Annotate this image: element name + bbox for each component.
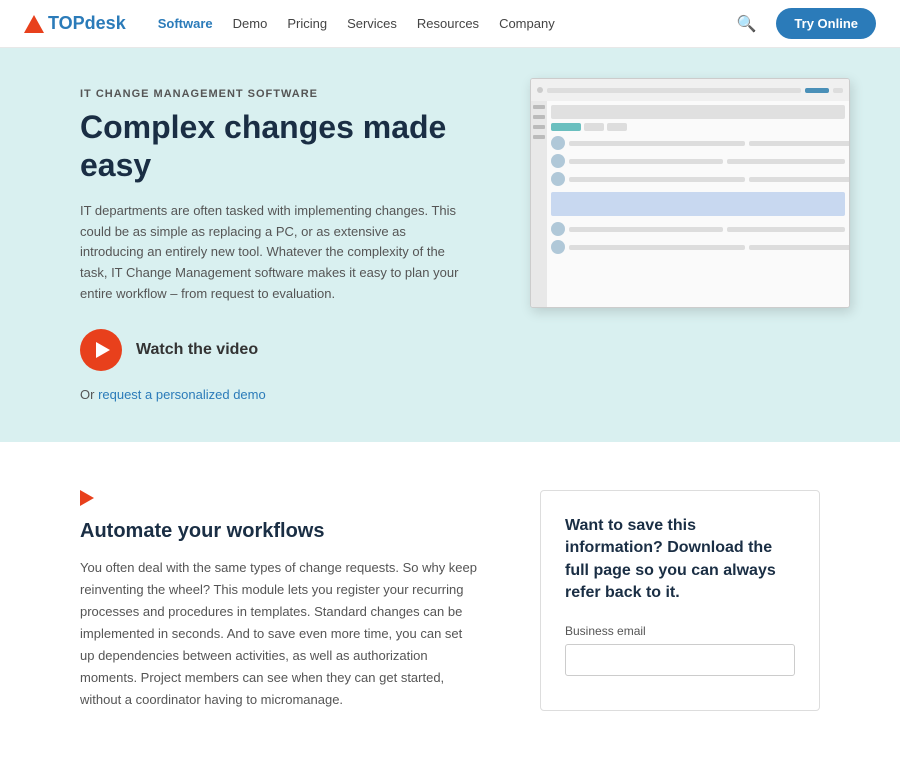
row-line (727, 227, 845, 232)
nav-link-services[interactable]: Services (347, 16, 397, 31)
email-label: Business email (565, 624, 795, 638)
row-line (749, 141, 850, 146)
nav-link-company[interactable]: Company (499, 16, 555, 31)
row-line (727, 159, 845, 164)
logo-text: TOPdesk (48, 13, 126, 34)
section-description: You often deal with the same types of ch… (80, 557, 480, 712)
table-row (551, 172, 845, 186)
row-line (749, 245, 850, 250)
try-online-button[interactable]: Try Online (776, 8, 876, 39)
avatar-icon (551, 222, 565, 236)
sidebar-icon (533, 115, 545, 119)
screen-header-bar (551, 105, 845, 119)
hero-section: IT CHANGE MANAGEMENT SOFTWARE Complex ch… (0, 48, 900, 442)
table-row (551, 136, 845, 150)
avatar-icon (551, 136, 565, 150)
nav-link-resources[interactable]: Resources (417, 16, 479, 31)
navigation: TOPdesk Software Demo Pricing Services R… (0, 0, 900, 48)
nav-link-demo[interactable]: Demo (233, 16, 268, 31)
row-line (749, 177, 850, 182)
logo[interactable]: TOPdesk (24, 13, 126, 34)
nav-link-pricing[interactable]: Pricing (287, 16, 327, 31)
filter-chip-active (551, 123, 581, 131)
row-line (569, 227, 723, 232)
download-card: Want to save this information? Download … (540, 490, 820, 712)
topbar-button (805, 88, 829, 93)
content-left: Automate your workflows You often deal w… (80, 490, 480, 712)
personalized-demo-link[interactable]: request a personalized demo (98, 387, 266, 402)
sidebar-icon (533, 135, 545, 139)
filter-chip (584, 123, 604, 131)
screen-body (531, 101, 849, 307)
table-row (551, 222, 845, 236)
hero-label: IT CHANGE MANAGEMENT SOFTWARE (80, 88, 500, 100)
hero-image (530, 78, 900, 338)
row-line (569, 159, 723, 164)
hero-description: IT departments are often tasked with imp… (80, 201, 460, 305)
avatar-icon (551, 240, 565, 254)
screen-mockup (530, 78, 850, 308)
search-icon[interactable]: 🔍 (737, 14, 757, 34)
topbar-icon (833, 88, 843, 93)
demo-link-container: Or request a personalized demo (80, 387, 500, 402)
table-row (551, 154, 845, 168)
logo-triangle-icon (24, 15, 44, 33)
watch-video-button[interactable]: Watch the video (80, 329, 500, 371)
watch-video-label: Watch the video (136, 341, 258, 359)
avatar-icon (551, 154, 565, 168)
section-title: Automate your workflows (80, 520, 480, 543)
sidebar-icons (531, 101, 547, 143)
avatar-icon (551, 172, 565, 186)
play-button-icon[interactable] (80, 329, 122, 371)
filter-chip (607, 123, 627, 131)
topbar-bar (547, 88, 801, 93)
hero-title: Complex changes made easy (80, 108, 500, 185)
content-section: Automate your workflows You often deal w… (0, 442, 900, 759)
topbar-dot (537, 87, 543, 93)
row-line (569, 245, 745, 250)
screen-main-content (547, 101, 849, 307)
highlighted-row (551, 192, 845, 216)
play-triangle-icon (96, 342, 110, 358)
demo-prefix: Or (80, 387, 98, 402)
screen-topbar (531, 79, 849, 101)
filter-row (551, 123, 845, 131)
table-row (551, 240, 845, 254)
card-title: Want to save this information? Download … (565, 515, 795, 605)
nav-links: Software Demo Pricing Services Resources… (158, 16, 737, 31)
nav-link-software[interactable]: Software (158, 16, 213, 31)
row-line (569, 141, 745, 146)
section-icon (80, 490, 94, 506)
screen-sidebar (531, 101, 547, 307)
row-line (569, 177, 745, 182)
hero-content: IT CHANGE MANAGEMENT SOFTWARE Complex ch… (80, 88, 500, 402)
sidebar-icon (533, 105, 545, 109)
email-input[interactable] (565, 644, 795, 676)
sidebar-icon (533, 125, 545, 129)
